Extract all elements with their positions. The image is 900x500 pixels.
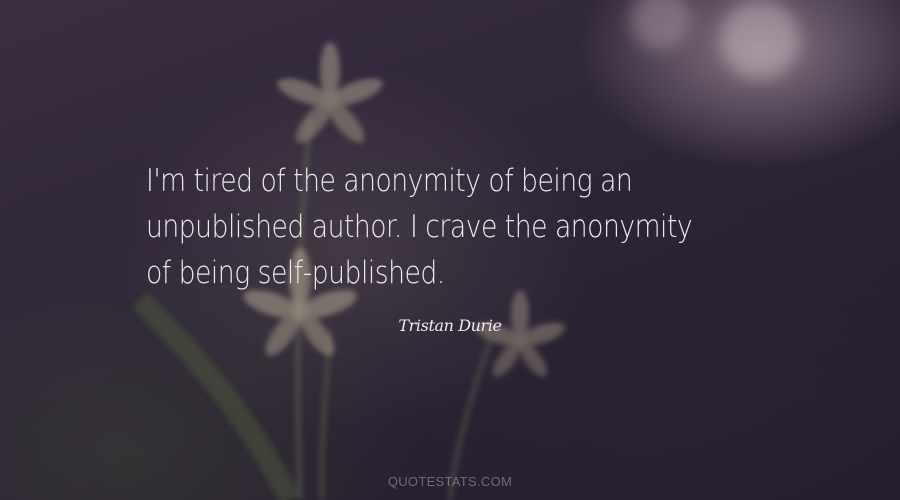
bokeh-highlight — [630, 0, 800, 80]
flower-blossom-top — [277, 42, 383, 143]
site-watermark: QUOTESTATS.COM — [387, 474, 513, 489]
quote-author: Tristan Durie — [398, 316, 502, 335]
flower-blossom-right — [475, 290, 565, 377]
quote-line: I'm tired of the anonymity of being an — [146, 163, 633, 199]
quote-line: unpublished author. I crave the anonymit… — [146, 209, 693, 245]
quote-text: I'm tired of the anonymity of being an u… — [146, 158, 696, 296]
quote-line: of being self-published. — [146, 255, 445, 291]
quote-card: I'm tired of the anonymity of being an u… — [0, 0, 900, 500]
